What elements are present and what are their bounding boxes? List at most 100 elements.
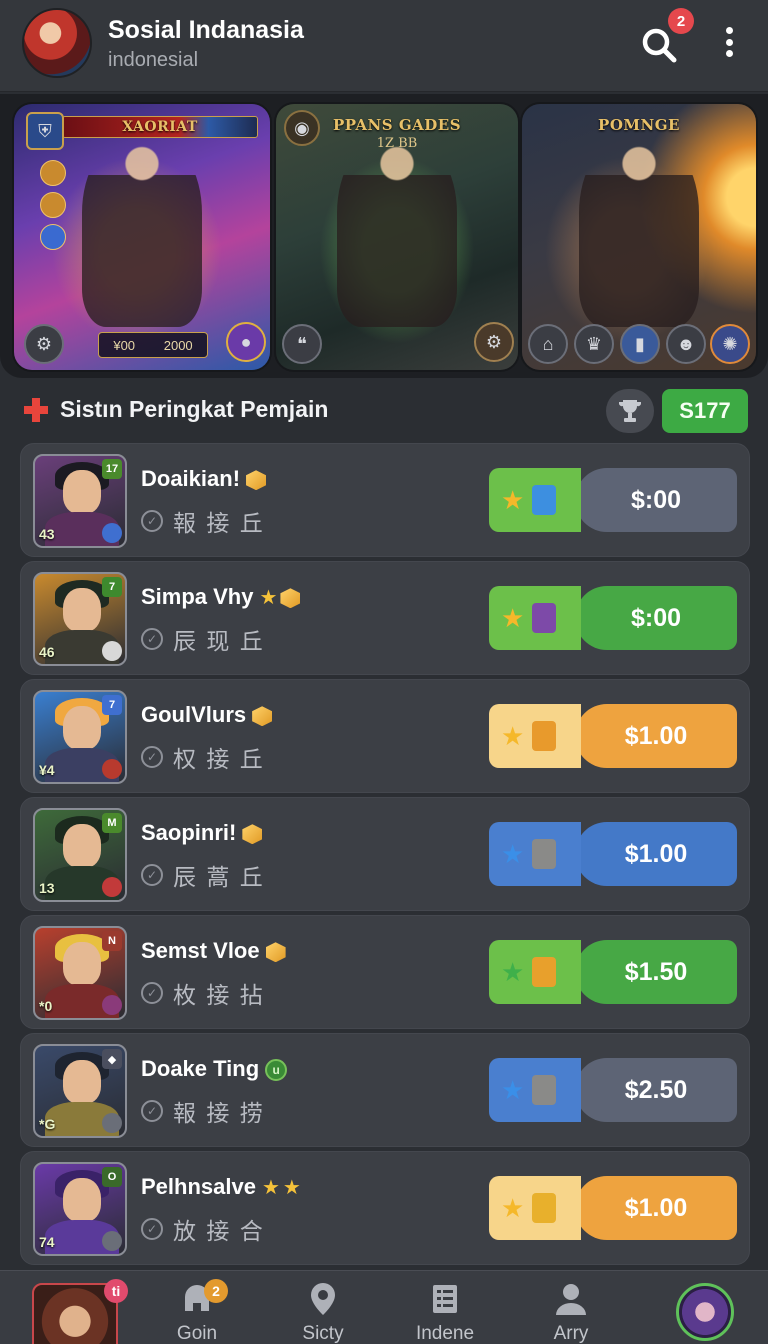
crown-icon[interactable]: ♛ xyxy=(574,324,614,364)
balance-chip[interactable]: S177 xyxy=(662,389,748,433)
ranking-row[interactable]: 7 46 Simpa Vhy ★ ✓ 辰 现 丘 ★ $:00 xyxy=(20,561,750,675)
compass-icon[interactable]: ✺ xyxy=(710,324,750,364)
more-menu-button[interactable] xyxy=(714,22,744,62)
player-level: 46 xyxy=(39,644,55,660)
price-label: $1.00 xyxy=(575,822,737,886)
nav-label: Arry xyxy=(553,1323,589,1344)
check-circle-icon: ✓ xyxy=(141,746,163,768)
reward-preview: ★ xyxy=(489,704,581,768)
class-icon xyxy=(102,641,122,661)
skill-icon[interactable] xyxy=(40,224,66,250)
player-level: 74 xyxy=(39,1234,55,1250)
player-avatar[interactable]: O 74 xyxy=(33,1162,127,1256)
player-name: Doake Ting xyxy=(141,1056,260,1081)
player-avatar[interactable]: ◆ *G xyxy=(33,1044,127,1138)
profile-avatar[interactable] xyxy=(676,1283,734,1341)
ranking-row[interactable]: N *0 Semst Vloe ✓ 枚 接 拈 ★ $1.50 xyxy=(20,915,750,1029)
medal-icon[interactable]: ● xyxy=(226,322,266,362)
home-icon[interactable]: ⌂ xyxy=(528,324,568,364)
plus-icon xyxy=(22,396,50,424)
player-name-line: GoulVlurs xyxy=(141,702,273,728)
reward-item-icon xyxy=(532,957,557,987)
nav-item-indene[interactable]: Indene xyxy=(400,1279,490,1344)
app-subtitle: indonesial xyxy=(108,49,199,71)
class-icon xyxy=(102,523,122,543)
player-avatar[interactable]: 17 43 xyxy=(33,454,127,548)
player-subtitle-line: ✓ 辰 蒿 丘 xyxy=(141,858,265,892)
location-pin-icon xyxy=(303,1279,343,1319)
player-name: GoulVlurs xyxy=(141,702,247,727)
ranking-row[interactable]: 17 43 Doaikian! ✓ 報 接 丘 ★ $:00 xyxy=(20,443,750,557)
ranking-row[interactable]: O 74 Pelhnsalve ★ ★ ✓ 放 接 合 ★ $1.00 xyxy=(20,1151,750,1265)
player-name-line: Saopinri! xyxy=(141,820,263,846)
hero-character-image xyxy=(579,136,699,327)
trophy-button[interactable] xyxy=(606,389,654,433)
price-label: $1.00 xyxy=(575,704,737,768)
gear-icon[interactable]: ⚙ xyxy=(474,322,514,362)
player-name: Pelhnsalve xyxy=(141,1174,256,1199)
mask-icon[interactable]: ☻ xyxy=(666,324,706,364)
bottom-navigation: ti 2 Goin Sicty Indene Arry xyxy=(0,1270,768,1344)
check-circle-icon: ✓ xyxy=(141,864,163,886)
player-avatar[interactable]: N *0 xyxy=(33,926,127,1020)
price-button[interactable]: ★ $1.00 xyxy=(489,1176,737,1240)
player-subtitle: 辰 蒿 丘 xyxy=(173,864,265,890)
nav-item-sicty[interactable]: Sicty xyxy=(278,1279,368,1344)
shield-icon: ⛨ xyxy=(26,112,64,150)
reward-item-icon xyxy=(532,839,557,869)
reward-preview: ★ xyxy=(489,1058,581,1122)
price-button[interactable]: ★ $:00 xyxy=(489,468,737,532)
gem-icon xyxy=(242,824,263,845)
nav-item-goin[interactable]: 2 Goin xyxy=(152,1279,242,1344)
ranking-row[interactable]: M 13 Saopinri! ✓ 辰 蒿 丘 ★ $1.00 xyxy=(20,797,750,911)
star-icon: ★ xyxy=(259,587,278,610)
check-circle-icon: ✓ xyxy=(141,628,163,650)
notification-badge: 2 xyxy=(668,8,694,34)
player-avatar[interactable]: 7 ¥4 xyxy=(33,690,127,784)
nav-avatar-badge: ti xyxy=(104,1279,128,1303)
search-icon xyxy=(642,28,677,63)
price-label: $1.50 xyxy=(575,940,737,1004)
ranking-row[interactable]: ◆ *G Doake Ting u ✓ 報 接 捞 ★ $2.50 xyxy=(20,1033,750,1147)
featured-card-3[interactable]: POMNGE ⌂ ♛ ▮ ☻ ✺ xyxy=(522,104,756,370)
featured-card-1[interactable]: XAORIAT ⛨ ¥00 2000 ⚙ ● xyxy=(14,104,270,370)
list-icon xyxy=(425,1279,465,1319)
player-subtitle-line: ✓ 放 接 合 xyxy=(141,1212,265,1246)
price-button[interactable]: ★ $1.50 xyxy=(489,940,737,1004)
score-left: ¥00 xyxy=(113,337,136,353)
player-name: Simpa Vhy xyxy=(141,584,254,609)
featured-card-2[interactable]: PPANS GADES 1Z BB ◉ ❝ ⚙ xyxy=(276,104,518,370)
chat-icon[interactable]: ❝ xyxy=(282,324,322,364)
reward-preview: ★ xyxy=(489,940,581,1004)
price-button[interactable]: ★ $:00 xyxy=(489,586,737,650)
player-avatar[interactable]: M 13 xyxy=(33,808,127,902)
nav-badge: 2 xyxy=(204,1279,228,1303)
skill-icon[interactable] xyxy=(40,160,66,186)
check-circle-icon: ✓ xyxy=(141,1218,163,1240)
player-level: 13 xyxy=(39,880,55,896)
skill-icon[interactable] xyxy=(40,192,66,218)
gem-icon xyxy=(252,706,273,727)
check-circle-icon: ✓ xyxy=(141,510,163,532)
player-subtitle-line: ✓ 報 接 捞 xyxy=(141,1094,265,1128)
more-vertical-icon xyxy=(725,27,733,34)
price-button[interactable]: ★ $2.50 xyxy=(489,1058,737,1122)
app-avatar[interactable] xyxy=(22,8,92,78)
price-button[interactable]: ★ $1.00 xyxy=(489,704,737,768)
nav-item-arry[interactable]: Arry xyxy=(526,1279,616,1344)
star-icon: ★ xyxy=(501,957,525,987)
player-subtitle: 辰 现 丘 xyxy=(173,628,265,654)
player-subtitle: 報 接 捞 xyxy=(173,1100,265,1126)
nav-label: Goin xyxy=(176,1323,218,1344)
player-level: *0 xyxy=(39,998,53,1014)
price-button[interactable]: ★ $1.00 xyxy=(489,822,737,886)
card-icon[interactable]: ▮ xyxy=(620,324,660,364)
player-avatar[interactable]: 7 46 xyxy=(33,572,127,666)
rank-corner-badge: O xyxy=(102,1167,122,1187)
player-level: 43 xyxy=(39,526,55,542)
reward-item-icon xyxy=(532,603,557,633)
ranking-row[interactable]: 7 ¥4 GoulVlurs ✓ 权 接 丘 ★ $1.00 xyxy=(20,679,750,793)
class-icon xyxy=(102,1231,122,1251)
reward-preview: ★ xyxy=(489,1176,581,1240)
gear-icon[interactable]: ⚙ xyxy=(24,324,64,364)
